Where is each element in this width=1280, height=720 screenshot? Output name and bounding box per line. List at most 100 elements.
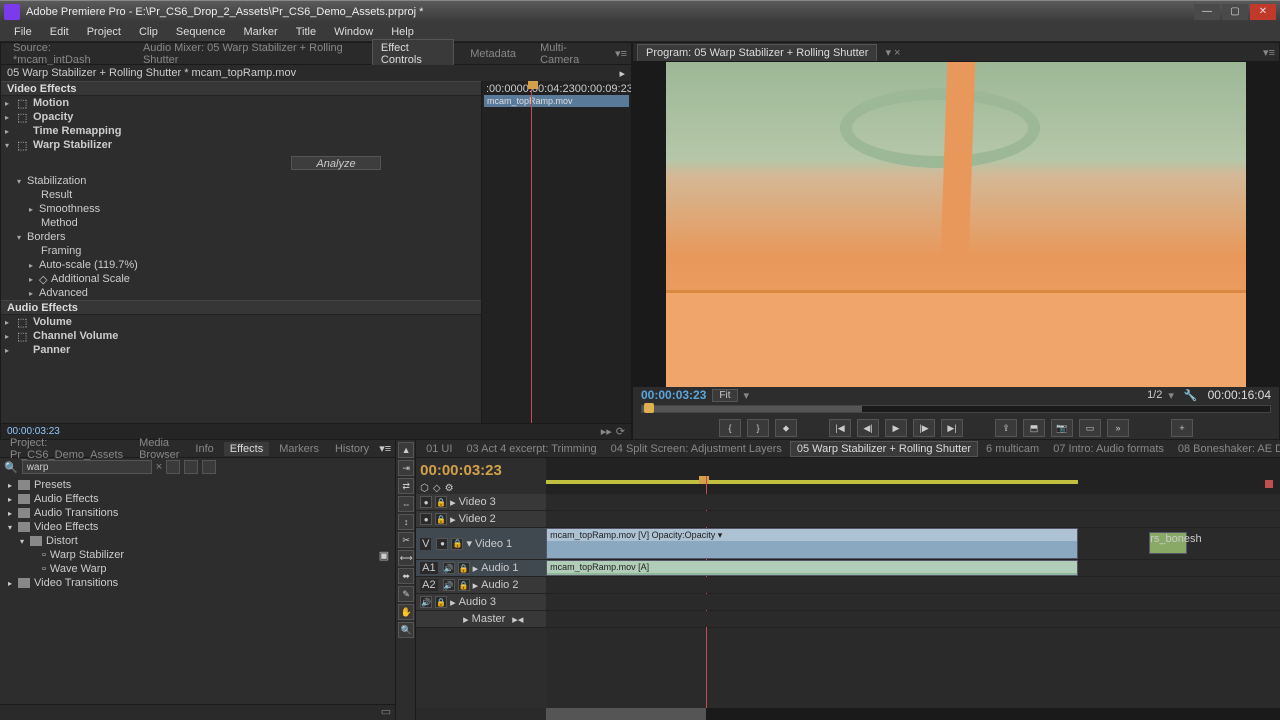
track-lock[interactable]: 🔒 [458, 562, 470, 574]
fx-icon[interactable]: ⬚ [17, 316, 31, 328]
close-button[interactable]: ✕ [1250, 4, 1276, 20]
track-v2-content[interactable] [546, 511, 1280, 527]
hand-tool[interactable]: ✋ [398, 604, 414, 620]
toggle-warp[interactable]: ▾ [5, 141, 15, 150]
effect-playhead[interactable] [531, 81, 532, 423]
program-video-view[interactable] [633, 62, 1279, 387]
menu-marker[interactable]: Marker [235, 24, 285, 40]
track-lock[interactable]: 🔒 [435, 596, 447, 608]
tab-source[interactable]: Source: *mcam_intDash [5, 40, 127, 68]
loop-icon[interactable]: ⟳ [616, 425, 625, 438]
pen-tool[interactable]: ✎ [398, 586, 414, 602]
toggle-autoscale[interactable]: ▸ [29, 261, 39, 270]
tree-audio-transitions[interactable]: Audio Transitions [34, 507, 118, 519]
panel-menu-icon[interactable]: ▾≡ [1263, 46, 1275, 59]
track-lock[interactable]: 🔒 [458, 579, 470, 591]
work-area-bar[interactable] [546, 480, 1078, 484]
track-toggle[interactable]: ● [436, 538, 448, 550]
ripple-edit-tool[interactable]: ⇄ [398, 478, 414, 494]
analyze-button[interactable]: Analyze [291, 156, 381, 170]
close-tab-icon[interactable]: ▾ × [885, 46, 900, 59]
track-expand[interactable]: ▸ [473, 579, 479, 592]
lift-button[interactable]: ⇪ [995, 419, 1017, 437]
new-bin-icon[interactable]: ▭ [381, 705, 391, 720]
clip-thumb[interactable]: rs_bonesh [1149, 532, 1187, 554]
slide-tool[interactable]: ⬌ [398, 568, 414, 584]
track-v2-label[interactable]: Video 2 [459, 513, 496, 525]
scrub-playhead[interactable] [644, 403, 654, 413]
chevron-right-icon[interactable]: ▸ [619, 67, 625, 80]
toggle-panner[interactable]: ▸ [5, 346, 15, 355]
tab-history[interactable]: History [329, 442, 375, 456]
tab-audio-mixer[interactable]: Audio Mixer: 05 Warp Stabilizer + Rollin… [135, 40, 364, 68]
track-a1-content[interactable]: mcam_topRamp.mov [A] [546, 560, 1280, 576]
track-expand[interactable]: ▸ [450, 596, 456, 609]
fx-icon[interactable]: ⬚ [17, 97, 31, 109]
track-target-v[interactable]: V [420, 538, 431, 550]
track-expand[interactable]: ▸ [463, 613, 469, 626]
track-lock[interactable]: 🔒 [435, 513, 447, 525]
program-scrubber[interactable] [633, 403, 1279, 418]
track-target-a2[interactable]: A2 [420, 579, 437, 591]
play-button[interactable]: ▶ [885, 419, 907, 437]
toggle-smoothness[interactable]: ▸ [29, 205, 39, 214]
track-a3-content[interactable] [546, 594, 1280, 610]
more-button[interactable]: » [1107, 419, 1129, 437]
fit-dropdown[interactable]: Fit [712, 389, 737, 402]
rate-stretch-tool[interactable]: ↕ [398, 514, 414, 530]
toggle-time-remap[interactable]: ▸ [5, 127, 15, 136]
fx-icon[interactable]: ⬚ [17, 111, 31, 123]
tab-multi-camera[interactable]: Multi-Camera [532, 40, 607, 68]
mark-clip-button[interactable]: ⬥ [775, 419, 797, 437]
tab-program[interactable]: Program: 05 Warp Stabilizer + Rolling Sh… [637, 44, 877, 61]
menu-window[interactable]: Window [326, 24, 381, 40]
toggle-opacity[interactable]: ▸ [5, 113, 15, 122]
zoom-tool[interactable]: 🔍 [398, 622, 414, 638]
menu-sequence[interactable]: Sequence [168, 24, 234, 40]
track-v1-content[interactable]: mcam_topRamp.mov [V] Opacity:Opacity ▾rs… [546, 528, 1280, 559]
track-toggle[interactable]: 🔊 [443, 562, 455, 574]
filter-icon-2[interactable] [184, 460, 198, 474]
track-select-tool[interactable]: ⇥ [398, 460, 414, 476]
track-master-label[interactable]: Master [472, 613, 506, 625]
track-toggle[interactable]: 🔊 [443, 579, 455, 591]
toggle-motion[interactable]: ▸ [5, 99, 15, 108]
mark-in-button[interactable]: { [719, 419, 741, 437]
clip-a1[interactable]: mcam_topRamp.mov [A] [546, 560, 1078, 576]
track-v3-label[interactable]: Video 3 [459, 496, 496, 508]
track-expand[interactable]: ▸ [450, 496, 456, 509]
track-expand[interactable]: ▸ [473, 562, 479, 575]
effects-search-input[interactable] [22, 460, 152, 474]
track-a2-label[interactable]: Audio 2 [481, 579, 518, 591]
tree-presets[interactable]: Presets [34, 479, 71, 491]
filter-icon-3[interactable] [202, 460, 216, 474]
track-expand[interactable]: ▾ [466, 537, 472, 550]
snap-icon[interactable]: ⬡ [420, 483, 429, 494]
toggle-borders[interactable]: ▾ [17, 233, 27, 242]
tree-audio-effects[interactable]: Audio Effects [34, 493, 99, 505]
track-v1-label[interactable]: Video 1 [475, 538, 512, 550]
timeline-playhead-head[interactable] [699, 476, 709, 484]
tab-effect-controls[interactable]: Effect Controls [372, 39, 454, 68]
export-frame-button[interactable]: 📷 [1051, 419, 1073, 437]
tab-info[interactable]: Info [189, 442, 219, 456]
panel-menu-icon[interactable]: ▾≡ [379, 442, 391, 455]
tree-distort[interactable]: Distort [46, 535, 78, 547]
track-toggle[interactable]: ● [420, 496, 432, 508]
menu-clip[interactable]: Clip [131, 24, 166, 40]
track-v3-content[interactable] [546, 494, 1280, 510]
menu-file[interactable]: File [6, 24, 40, 40]
timeline-zoom-scrollbar[interactable] [546, 708, 1280, 720]
tab-metadata[interactable]: Metadata [462, 46, 524, 62]
safe-margins-button[interactable]: ▭ [1079, 419, 1101, 437]
extract-button[interactable]: ⬒ [1023, 419, 1045, 437]
keyframe-icon[interactable]: ◇ [39, 273, 51, 286]
toggle-channel-vol[interactable]: ▸ [5, 332, 15, 341]
go-to-out-button[interactable]: ▶| [941, 419, 963, 437]
track-toggle[interactable]: 🔊 [420, 596, 432, 608]
fx-icon[interactable]: ⬚ [17, 330, 31, 342]
sequence-tab-4[interactable]: 05 Warp Stabilizer + Rolling Shutter [790, 441, 978, 457]
maximize-button[interactable]: ▢ [1222, 4, 1248, 20]
sequence-tab-6[interactable]: 07 Intro: Audio formats [1047, 442, 1170, 456]
track-lock[interactable]: 🔒 [451, 538, 463, 550]
